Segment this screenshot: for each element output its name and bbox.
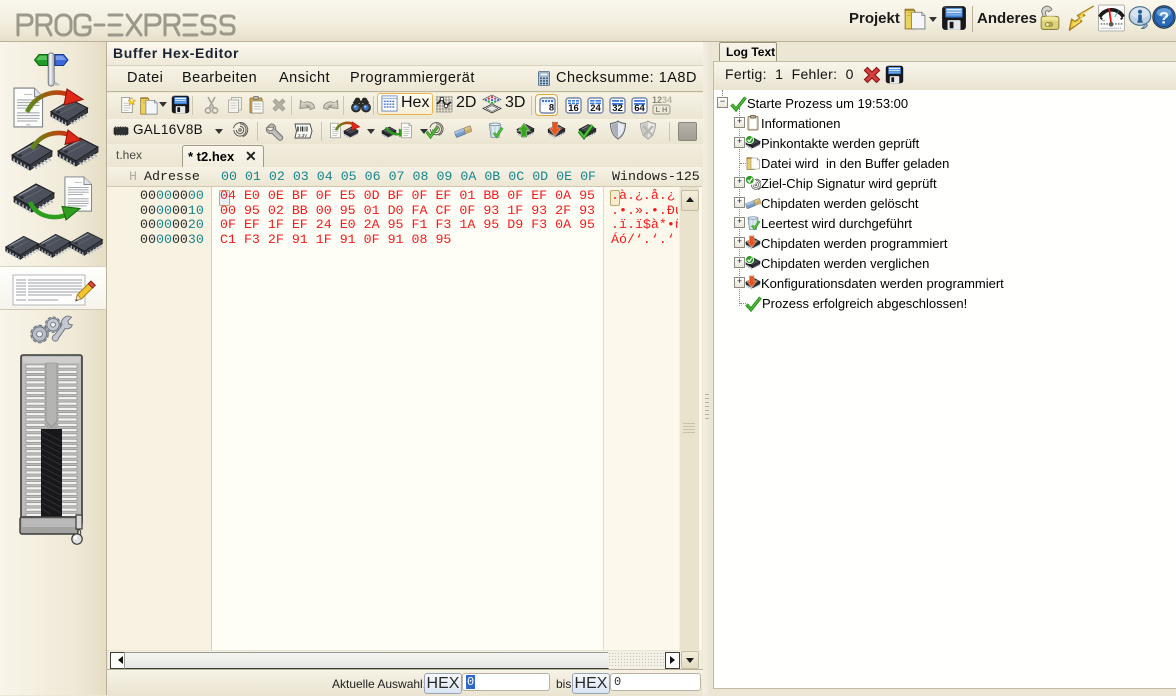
svg-text:64: 64 — [634, 103, 645, 114]
svg-text:16: 16 — [568, 103, 579, 114]
svg-text:L H: L H — [656, 105, 668, 114]
svg-text:8: 8 — [549, 103, 554, 114]
svg-text:24: 24 — [590, 103, 601, 114]
svg-text:1234: 1234 — [652, 95, 672, 105]
svg-text:32: 32 — [612, 103, 623, 114]
